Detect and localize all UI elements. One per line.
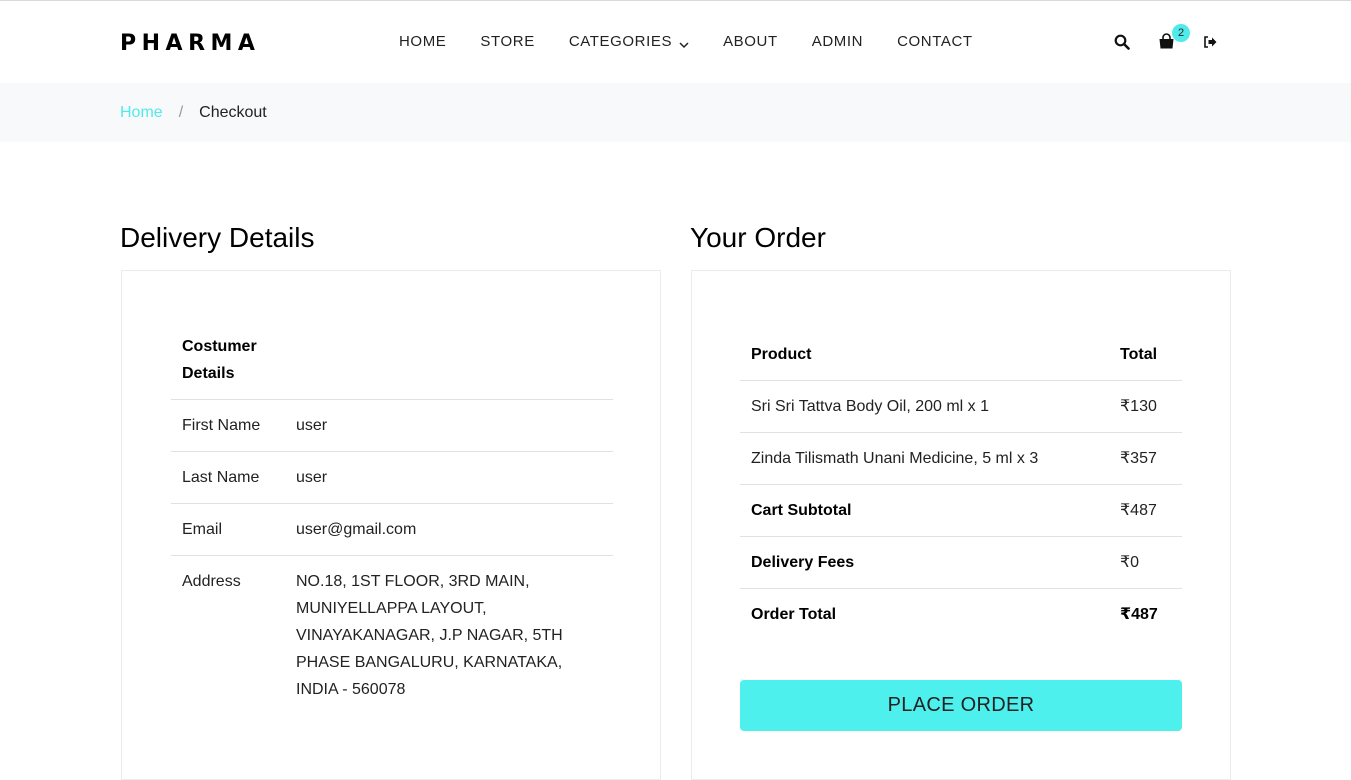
table-row: Last Name user: [171, 451, 613, 504]
order-item-total: ₹357: [1109, 432, 1182, 485]
order-item-name: Sri Sri Tattva Body Oil, 200 ml x 1: [740, 380, 1109, 433]
your-order-card: Product Total Sri Sri Tattva Body Oil, 2…: [691, 270, 1231, 780]
delivery-details-card: Costumer Details First Name user Last Na…: [121, 270, 661, 780]
your-order-title: Your Order: [690, 222, 826, 253]
nav-admin[interactable]: ADMIN: [812, 33, 863, 50]
table-row: Email user@gmail.com: [171, 503, 613, 556]
table-row: Cart Subtotal ₹487: [740, 484, 1182, 537]
table-header-row: Costumer Details: [171, 321, 613, 400]
nav-contact[interactable]: CONTACT: [897, 33, 973, 50]
cart-subtotal-label: Cart Subtotal: [740, 484, 1109, 537]
product-column-header: Product: [751, 346, 812, 363]
search-icon[interactable]: [1114, 34, 1132, 52]
order-total-label: Order Total: [740, 588, 1109, 640]
first-name-value: user: [285, 399, 613, 452]
nav-home[interactable]: HOME: [399, 33, 446, 50]
order-item-total: ₹130: [1109, 380, 1182, 433]
delivery-fees-label: Delivery Fees: [740, 536, 1109, 589]
breadcrumb-bar: Home / Checkout: [0, 83, 1351, 142]
order-table: Product Total Sri Sri Tattva Body Oil, 2…: [740, 329, 1182, 640]
customer-details-table: Costumer Details First Name user Last Na…: [171, 321, 613, 715]
site-logo[interactable]: PHARMA: [120, 31, 260, 56]
nav-categories[interactable]: CATEGORIES: [569, 33, 689, 50]
customer-details-heading: Costumer Details: [182, 338, 257, 382]
table-header-row: Product Total: [740, 329, 1182, 381]
table-row: Order Total ₹487: [740, 588, 1182, 640]
order-item-name: Zinda Tilismath Unani Medicine, 5 ml x 3: [740, 432, 1109, 485]
nav-categories-label: CATEGORIES: [568, 33, 673, 50]
site-header: PHARMA HOME STORE CATEGORIES ABOUT ADMIN…: [0, 1, 1351, 83]
first-name-label: First Name: [171, 399, 285, 452]
email-label: Email: [171, 503, 285, 556]
delivery-fees-value: ₹0: [1109, 536, 1182, 589]
nav-store[interactable]: STORE: [480, 33, 534, 50]
address-label: Address: [171, 555, 285, 715]
table-row: Delivery Fees ₹0: [740, 536, 1182, 589]
table-row: Sri Sri Tattva Body Oil, 200 ml x 1 ₹130: [740, 380, 1182, 433]
breadcrumb: Home / Checkout: [120, 104, 267, 122]
cart-subtotal-value: ₹487: [1109, 484, 1182, 537]
table-row: First Name user: [171, 399, 613, 452]
table-row: Zinda Tilismath Unani Medicine, 5 ml x 3…: [740, 432, 1182, 485]
chevron-down-icon: [679, 37, 689, 48]
order-total-value: ₹487: [1109, 588, 1182, 640]
delivery-details-title: Delivery Details: [120, 222, 315, 253]
place-order-button[interactable]: PLACE ORDER: [740, 680, 1182, 731]
breadcrumb-separator: /: [178, 104, 184, 121]
total-column-header: Total: [1120, 346, 1158, 363]
nav-about[interactable]: ABOUT: [723, 33, 778, 50]
email-value: user@gmail.com: [285, 503, 613, 556]
sign-out-icon[interactable]: [1203, 35, 1221, 53]
cart-count-badge: 2: [1172, 24, 1190, 42]
last-name-label: Last Name: [171, 451, 285, 504]
breadcrumb-current: Checkout: [199, 104, 267, 121]
address-value: NO.18, 1ST FLOOR, 3RD MAIN, MUNIYELLAPPA…: [285, 555, 613, 715]
main-nav: HOME STORE CATEGORIES ABOUT ADMIN CONTAC…: [399, 33, 1007, 50]
breadcrumb-home-link[interactable]: Home: [120, 104, 163, 122]
last-name-value: user: [285, 451, 613, 504]
table-row: Address NO.18, 1ST FLOOR, 3RD MAIN, MUNI…: [171, 555, 613, 715]
